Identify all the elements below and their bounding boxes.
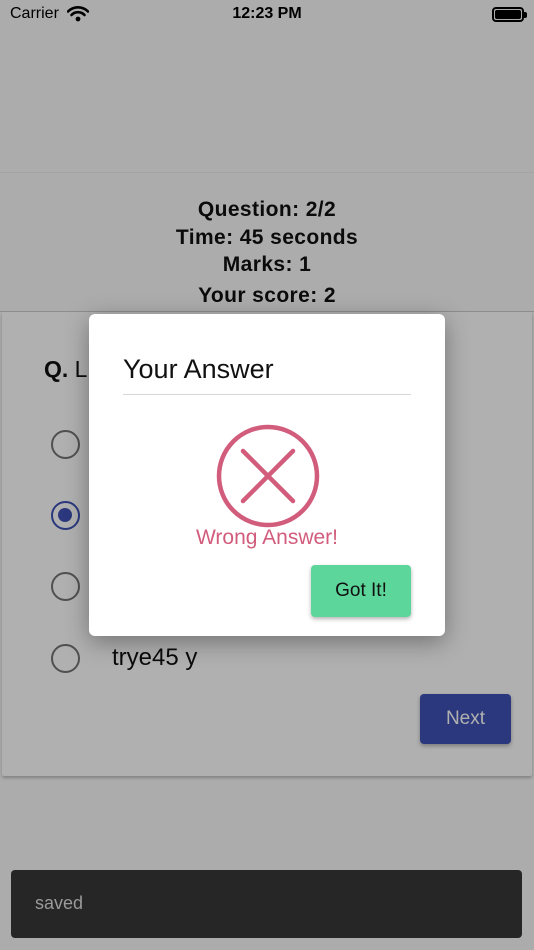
got-it-button[interactable]: Got It! (311, 565, 411, 617)
answer-dialog: Your Answer Wrong Answer! Got It! (89, 314, 445, 636)
snackbar: saved (11, 870, 522, 938)
dialog-title: Your Answer (123, 354, 274, 384)
result-text: Wrong Answer! (195, 526, 338, 549)
snackbar-message: saved (35, 893, 84, 913)
x-circle-icon (216, 424, 320, 528)
dialog-title-divider (123, 394, 411, 395)
